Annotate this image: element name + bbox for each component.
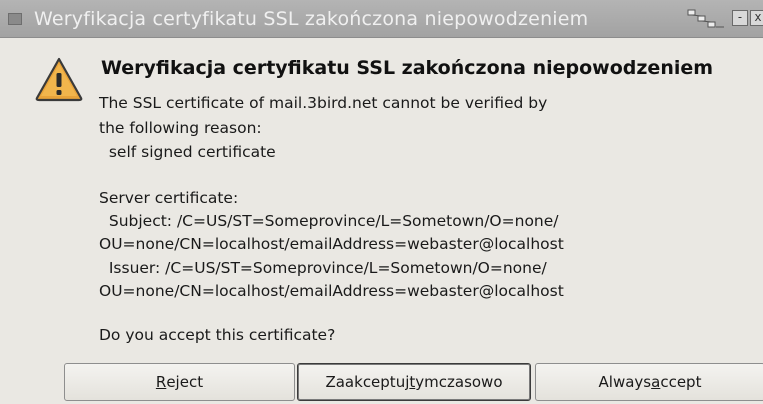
message-line: Subject: /C=US/ST=Someprovince/L=Sometow… bbox=[99, 212, 559, 230]
accept-temp-label-end: ymczasowo bbox=[415, 373, 503, 391]
always-label-start: Always bbox=[598, 373, 652, 391]
accept-temp-label-start: Zaakceptuj bbox=[325, 373, 410, 391]
dialog-heading: Weryfikacja certyfikatu SSL zakończona n… bbox=[101, 57, 714, 79]
message-line: the following reason: bbox=[99, 119, 262, 137]
minimize-button[interactable]: - bbox=[732, 10, 748, 26]
title-bar[interactable]: Weryfikacja certyfikatu SSL zakończona n… bbox=[0, 0, 763, 38]
always-mnemonic: a bbox=[651, 373, 661, 391]
message-line: OU=none/CN=localhost/emailAddress=webast… bbox=[99, 235, 564, 253]
message-line: self signed certificate bbox=[99, 143, 276, 161]
window-title: Weryfikacja certyfikatu SSL zakończona n… bbox=[34, 7, 589, 30]
close-button[interactable]: x bbox=[750, 10, 763, 26]
message-line: Issuer: /C=US/ST=Someprovince/L=Sometown… bbox=[99, 259, 547, 277]
message-line: Do you accept this certificate? bbox=[99, 326, 336, 344]
network-icon bbox=[687, 9, 724, 28]
always-label-end: ccept bbox=[660, 373, 702, 391]
always-accept-button[interactable]: Always a ccept bbox=[535, 363, 763, 401]
reject-button[interactable]: Reject bbox=[64, 363, 295, 401]
message-line: The SSL certificate of mail.3bird.net ca… bbox=[99, 94, 548, 112]
message-line: OU=none/CN=localhost/emailAddress=webast… bbox=[99, 282, 564, 300]
reject-mnemonic: R bbox=[155, 373, 167, 391]
window-menu-icon[interactable] bbox=[8, 12, 22, 25]
message-line: Server certificate: bbox=[99, 189, 239, 207]
ssl-verification-dialog: Weryfikacja certyfikatu SSL zakończona n… bbox=[0, 0, 763, 404]
accept-temporarily-button[interactable]: Zaakceptuj t ymczasowo bbox=[297, 363, 531, 401]
reject-label-end: eject bbox=[166, 373, 204, 391]
warning-icon bbox=[35, 57, 83, 102]
